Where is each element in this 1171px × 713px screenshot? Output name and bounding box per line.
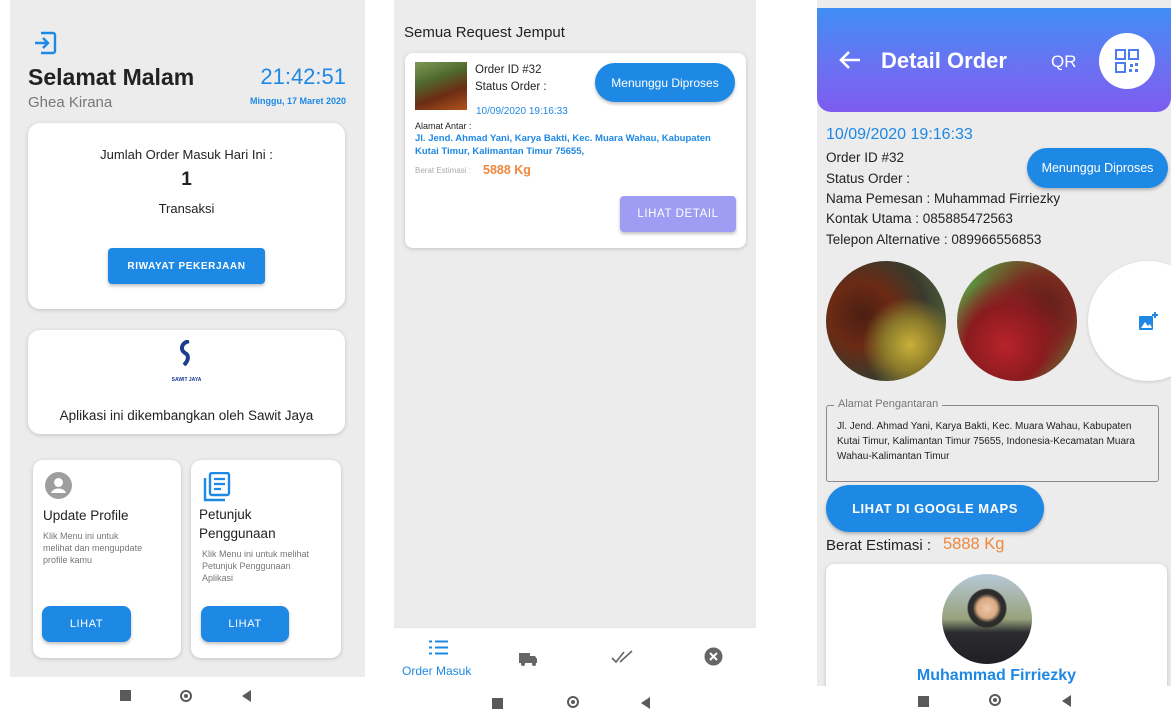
job-history-button[interactable]: RIWAYAT PEKERJAAN bbox=[108, 248, 265, 284]
detail-alt-phone: Telepon Alternative : 089966556853 bbox=[826, 232, 1042, 247]
order-count-card: Jumlah Order Masuk Hari Ini : 1 Transaks… bbox=[28, 123, 345, 309]
customer-avatar bbox=[942, 574, 1032, 664]
request-address: Jl. Jend. Ahmad Yani, Karya Bakti, Kec. … bbox=[415, 133, 711, 157]
clock-time: 21:42:51 bbox=[260, 64, 346, 89]
user-avatar-icon bbox=[45, 472, 72, 499]
requests-title: Semua Request Jemput bbox=[404, 24, 565, 41]
brand-card: SAWIT JAYA Aplikasi ini dikembangkan ole… bbox=[28, 330, 345, 434]
add-photo-button[interactable] bbox=[1088, 261, 1171, 381]
tab-order-masuk[interactable]: Order Masuk bbox=[394, 628, 484, 690]
qr-code-icon bbox=[1115, 49, 1139, 73]
detail-status-label: Status Order : bbox=[826, 171, 911, 186]
request-address-label: Alamat Antar : bbox=[415, 121, 472, 131]
phone-home: Selamat Malam 21:42:51 Ghea Kirana Mingg… bbox=[10, 0, 365, 713]
recent-apps-icon[interactable] bbox=[918, 696, 929, 707]
greeting-text: Selamat Malam bbox=[28, 64, 195, 90]
order-count-unit: Transaksi bbox=[158, 201, 215, 216]
home-nav-icon[interactable] bbox=[989, 694, 1001, 706]
detail-datetime: 10/09/2020 19:16:33 bbox=[826, 126, 973, 143]
order-photo-2[interactable] bbox=[957, 261, 1077, 381]
request-datetime: 10/09/2020 19:16:33 bbox=[476, 106, 568, 117]
brand-tagline: Aplikasi ini dikembangkan oleh Sawit Jay… bbox=[59, 408, 314, 423]
customer-profile-name: Muhammad Firriezky bbox=[916, 667, 1077, 684]
menu-title-profile: Update Profile bbox=[43, 508, 129, 523]
order-photo-1[interactable] bbox=[826, 261, 946, 381]
detail-status-badge: Menunggu Diproses bbox=[1027, 148, 1168, 188]
recent-apps-icon[interactable] bbox=[492, 698, 503, 709]
logout-icon[interactable] bbox=[32, 30, 58, 56]
recent-apps-icon[interactable] bbox=[120, 690, 131, 701]
menu-desc-guide: Klik Menu ini untuk melihat Petunjuk Pen… bbox=[202, 549, 310, 583]
detail-header: Detail Order QR bbox=[817, 8, 1171, 112]
request-order-id: Order ID #32 bbox=[475, 64, 542, 76]
order-count-value: 1 bbox=[181, 169, 192, 190]
order-count-title: Jumlah Order Masuk Hari Ini : bbox=[100, 147, 273, 162]
add-photo-icon bbox=[1138, 311, 1158, 331]
back-nav-icon[interactable] bbox=[242, 690, 251, 702]
qr-label[interactable]: QR bbox=[1051, 52, 1077, 72]
detail-header-title: Detail Order bbox=[881, 48, 1007, 73]
address-legend: Alamat Pengantaran bbox=[834, 398, 943, 410]
back-arrow-icon[interactable] bbox=[839, 50, 861, 70]
menu-desc-profile: Klik Menu ini untuk melihat dan mengupda… bbox=[43, 531, 143, 565]
cancel-circle-icon[interactable] bbox=[704, 647, 723, 666]
tab-order-masuk-label: Order Masuk bbox=[402, 664, 472, 678]
home-nav-icon[interactable] bbox=[180, 690, 192, 702]
sawit-jaya-logo-icon bbox=[177, 340, 197, 366]
truck-icon[interactable] bbox=[518, 650, 538, 666]
customer-profile-card: Muhammad Firriezky bbox=[826, 564, 1167, 686]
detail-main-contact: Kontak Utama : 085885472563 bbox=[826, 211, 1013, 226]
back-nav-icon[interactable] bbox=[1062, 695, 1071, 707]
date-text: Minggu, 17 Maret 2020 bbox=[249, 96, 346, 106]
home-nav-icon[interactable] bbox=[567, 696, 579, 708]
bottom-navigation: Order Masuk bbox=[394, 627, 756, 690]
detail-screen: Detail Order QR 10/09/2020 19:16:33 Orde… bbox=[817, 0, 1171, 686]
qr-code-button[interactable] bbox=[1099, 33, 1155, 89]
username-text: Ghea Kirana bbox=[28, 94, 113, 111]
request-status-badge: Menunggu Diproses bbox=[595, 63, 735, 102]
view-detail-button[interactable]: LIHAT DETAIL bbox=[620, 196, 736, 232]
phone-requests: Semua Request Jemput Order ID #32 Status… bbox=[394, 0, 756, 713]
request-card[interactable]: Order ID #32 Status Order : Menunggu Dip… bbox=[405, 53, 746, 248]
user-guide-card[interactable]: Petunjuk Penggunaan Klik Menu ini untuk … bbox=[191, 460, 341, 658]
brand-logo-text: SAWIT JAYA bbox=[171, 377, 202, 383]
detail-order-id: Order ID #32 bbox=[826, 150, 905, 165]
system-nav-bar bbox=[394, 690, 756, 713]
requests-screen: Semua Request Jemput Order ID #32 Status… bbox=[394, 0, 756, 690]
profile-view-button[interactable]: LIHAT bbox=[42, 606, 131, 642]
detail-weight-value: 5888 Kg bbox=[943, 535, 1005, 553]
request-weight-value: 5888 Kg bbox=[483, 163, 531, 177]
list-icon bbox=[429, 640, 448, 655]
phone-detail: Detail Order QR 10/09/2020 19:16:33 Orde… bbox=[817, 0, 1171, 713]
menu-title-guide: Petunjuk Penggunaan bbox=[199, 507, 276, 541]
request-weight-label: Berat Estimasi : bbox=[415, 166, 472, 175]
detail-customer-name: Nama Pemesan : Muhammad Firriezky bbox=[826, 191, 1061, 206]
request-status-label: Status Order : bbox=[475, 81, 547, 93]
google-maps-button[interactable]: LIHAT DI GOOGLE MAPS bbox=[826, 485, 1044, 532]
system-nav-bar bbox=[817, 686, 1171, 713]
detail-weight-label: Berat Estimasi : bbox=[826, 537, 932, 554]
guide-view-button[interactable]: LIHAT bbox=[201, 606, 289, 642]
palm-fruit-thumbnail bbox=[415, 62, 467, 110]
detail-address: Jl. Jend. Ahmad Yani, Karya Bakti, Kec. … bbox=[837, 421, 1135, 462]
back-nav-icon[interactable] bbox=[641, 697, 650, 709]
system-nav-bar bbox=[10, 677, 365, 713]
update-profile-card[interactable]: Update Profile Klik Menu ini untuk melih… bbox=[33, 460, 181, 658]
double-check-icon[interactable] bbox=[611, 650, 633, 664]
document-list-icon bbox=[203, 472, 231, 502]
home-screen: Selamat Malam 21:42:51 Ghea Kirana Mingg… bbox=[10, 0, 365, 677]
